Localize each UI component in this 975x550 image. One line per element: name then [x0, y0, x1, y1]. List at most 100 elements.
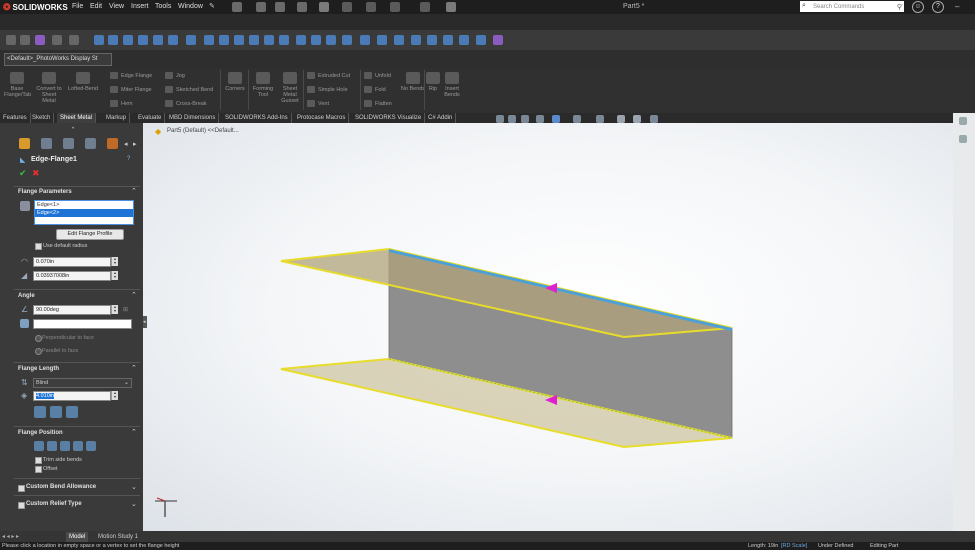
fold-button[interactable]: Fold: [364, 86, 386, 93]
no-bends-button[interactable]: No Bends: [400, 72, 426, 92]
custom-bend-allowance-checkbox[interactable]: [18, 485, 25, 492]
search-dropdown-icon[interactable]: ▾: [900, 2, 903, 9]
extruded-cut-button[interactable]: Extruded Cut: [307, 72, 350, 79]
lofted-bend-button[interactable]: Lofted-Bend: [65, 72, 101, 92]
rebuild-icon[interactable]: [420, 2, 430, 12]
view-settings-icon[interactable]: [650, 115, 658, 123]
minimize-icon[interactable]: –: [955, 2, 959, 11]
toolbar-icon[interactable]: [186, 35, 196, 45]
gap-distance-input[interactable]: 0.03937008in: [33, 271, 111, 281]
toolbar-icon[interactable]: [138, 35, 148, 45]
flange-length-header[interactable]: Flange Length: [18, 366, 59, 372]
home-icon[interactable]: [232, 2, 242, 12]
reverse-direction-icon[interactable]: ⇅: [21, 378, 28, 387]
edge-list-item-selected[interactable]: Edge<2>: [35, 209, 133, 217]
toolbar-icon[interactable]: [108, 35, 118, 45]
tab-scroll-right-icon[interactable]: ▸: [133, 140, 137, 148]
simple-hole-button[interactable]: Simple Hole: [307, 86, 348, 93]
solidworks-logo[interactable]: ❂ SOLIDWORKS: [3, 1, 68, 13]
menu-tools[interactable]: Tools: [155, 3, 171, 10]
save-icon[interactable]: [297, 2, 307, 12]
tab-motion-study[interactable]: Motion Study 1: [95, 532, 141, 542]
toolbar-icon[interactable]: [264, 35, 274, 45]
toolbar-icon[interactable]: [377, 35, 387, 45]
menu-window[interactable]: Window: [178, 3, 203, 10]
menu-file[interactable]: File: [72, 3, 83, 10]
select-icon[interactable]: [390, 2, 400, 12]
new-icon[interactable]: [256, 2, 266, 12]
zoom-area-icon[interactable]: [508, 115, 516, 123]
flange-parameters-header[interactable]: Flange Parameters: [18, 189, 72, 195]
tab-mbd-dimensions[interactable]: MBD Dimensions: [166, 113, 220, 123]
property-manager-tab-icon[interactable]: [41, 138, 52, 149]
toolbar-icon[interactable]: [394, 35, 404, 45]
menu-edit[interactable]: Edit: [90, 3, 102, 10]
material-outside-icon[interactable]: [47, 441, 57, 451]
toolbar-icon[interactable]: [52, 35, 62, 45]
tab-protocase-macros[interactable]: Protocase Macros: [294, 113, 350, 123]
toolbar-icon[interactable]: [69, 35, 79, 45]
graphics-area[interactable]: ◆ Part5 (Default) <<Default...: [143, 123, 953, 531]
panel-collapse-handle-icon[interactable]: ◂: [143, 316, 147, 328]
undo-icon[interactable]: [342, 2, 352, 12]
length-spinner[interactable]: ▴ ▾: [111, 391, 118, 400]
tab-csharp-addin[interactable]: C# Addin: [425, 113, 457, 123]
rip-button[interactable]: Rip: [424, 72, 442, 92]
hem-button[interactable]: Hem: [110, 100, 133, 107]
toolbar-icon[interactable]: [20, 35, 30, 45]
dimxpert-tab-icon[interactable]: [85, 138, 96, 149]
offset-checkbox[interactable]: [35, 466, 42, 473]
sheet-metal-gusset-button[interactable]: Sheet Metal Gusset: [278, 72, 302, 104]
print-icon[interactable]: [319, 2, 329, 12]
hide-show-icon[interactable]: [596, 115, 604, 123]
edit-flange-profile-button[interactable]: Edit Flange Profile: [56, 229, 124, 240]
custom-bend-allowance-header[interactable]: Custom Bend Allowance: [26, 484, 96, 490]
options-gear-icon[interactable]: [446, 2, 456, 12]
toolbar-icon[interactable]: [427, 35, 437, 45]
help-icon[interactable]: ?: [932, 1, 944, 13]
angle-header[interactable]: Angle: [18, 293, 35, 299]
tab-solidworks-add-ins[interactable]: SOLIDWORKS Add-Ins: [222, 113, 292, 123]
configuration-manager-tab-icon[interactable]: [63, 138, 74, 149]
tab-solidworks-visualize[interactable]: SOLIDWORKS Visualize: [352, 113, 426, 123]
toolbar-icon[interactable]: [234, 35, 244, 45]
toolbar-icon[interactable]: [204, 35, 214, 45]
forming-tool-button[interactable]: Forming Tool: [250, 72, 276, 98]
bend-from-virtual-sharp-icon[interactable]: [73, 441, 83, 451]
jog-button[interactable]: Jog: [165, 72, 185, 79]
toolbar-icon[interactable]: [279, 35, 289, 45]
display-manager-tab-icon[interactable]: [107, 138, 118, 149]
base-flange-button[interactable]: Base Flange/Tab: [4, 72, 31, 98]
flange-length-input[interactable]: 4.010in: [33, 391, 111, 401]
help-icon[interactable]: ?: [127, 156, 130, 162]
collapse-chevron-icon[interactable]: ⌃: [131, 291, 137, 299]
toolbar-icon[interactable]: [326, 35, 336, 45]
redo-icon[interactable]: [366, 2, 376, 12]
section-view-icon[interactable]: [536, 115, 544, 123]
bend-radius-input[interactable]: 0.070in: [33, 257, 111, 267]
tangent-to-bend-icon[interactable]: [86, 441, 96, 451]
flange-position-header[interactable]: Flange Position: [18, 430, 63, 436]
previous-view-icon[interactable]: [521, 115, 529, 123]
unfold-button[interactable]: Unfold: [364, 72, 391, 79]
toolbar-icon[interactable]: [94, 35, 104, 45]
convert-to-sheet-metal-button[interactable]: Convert to Sheet Metal: [35, 72, 63, 104]
custom-relief-type-header[interactable]: Custom Relief Type: [26, 501, 82, 507]
tab-sketch[interactable]: Sketch: [29, 113, 55, 123]
toolbar-icon[interactable]: [311, 35, 321, 45]
toolbar-icon[interactable]: [443, 35, 453, 45]
collapse-chevron-icon[interactable]: ⌃: [131, 364, 137, 372]
insert-bends-button[interactable]: Insert Bends: [442, 72, 462, 98]
toolbar-icon[interactable]: [411, 35, 421, 45]
expand-chevron-icon[interactable]: ⌄: [131, 483, 137, 491]
angle-lock-icon[interactable]: ⊞: [123, 306, 128, 313]
zoom-to-fit-icon[interactable]: [496, 115, 504, 123]
edge-list-item[interactable]: Edge<1>: [35, 201, 133, 209]
material-inside-icon[interactable]: [34, 441, 44, 451]
parallel-to-face-radio[interactable]: [35, 348, 42, 355]
panel-grip-icon[interactable]: •: [72, 126, 74, 132]
toolbar-icon[interactable]: [360, 35, 370, 45]
expand-chevron-icon[interactable]: ⌄: [131, 500, 137, 508]
menu-insert[interactable]: Insert: [131, 3, 149, 10]
angle-spinner[interactable]: ▴ ▾: [111, 305, 118, 314]
